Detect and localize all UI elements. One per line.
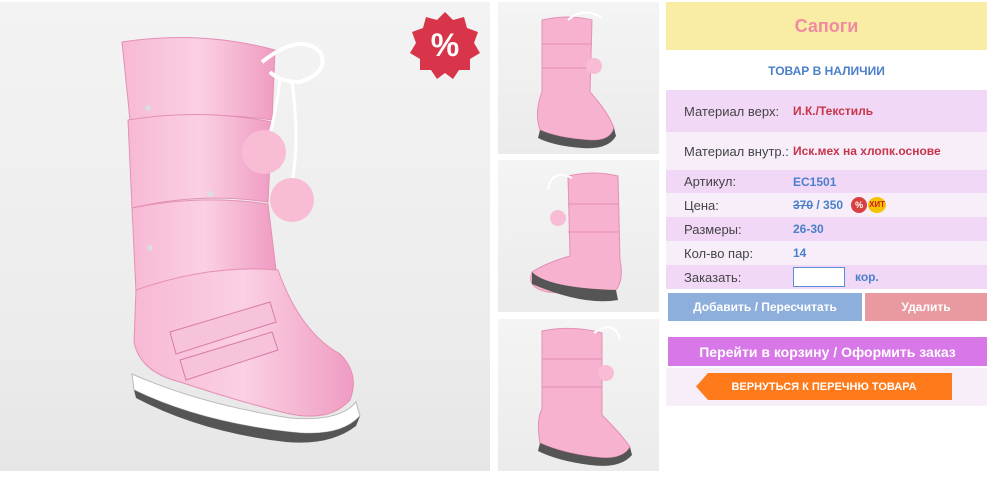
row-article: Артикул: EC1501 xyxy=(666,170,987,193)
price-value: 370 / 350 xyxy=(793,198,843,212)
article-value: EC1501 xyxy=(793,174,837,189)
sizes-value: 26-30 xyxy=(793,222,824,236)
order-quantity-input[interactable] xyxy=(793,267,845,287)
article-label: Артикул: xyxy=(684,174,737,189)
pairs-value: 14 xyxy=(793,246,807,260)
add-recalculate-button[interactable]: Добавить / Пересчитать xyxy=(668,293,862,321)
price-label: Цена: xyxy=(684,197,719,213)
product-title-box: Сапоги xyxy=(666,2,987,50)
go-to-cart-button[interactable]: Перейти в корзину / Оформить заказ xyxy=(668,337,987,366)
order-label: Заказать: xyxy=(684,269,742,285)
thumbnail-1[interactable] xyxy=(498,2,659,154)
price-separator: / xyxy=(813,198,824,212)
row-pairs: Кол-во пар: 14 xyxy=(666,241,987,265)
row-order: Заказать: кор. xyxy=(666,265,987,289)
sale-badge-icon: % xyxy=(410,12,480,79)
hit-icon: ХИТ xyxy=(868,197,887,213)
boot-side-thumbnail xyxy=(530,172,622,302)
pairs-label: Кол-во пар: xyxy=(684,245,754,261)
stock-status: ТОВАР В НАЛИЧИИ xyxy=(768,64,885,78)
row-sizes: Размеры: 26-30 xyxy=(666,217,987,241)
boot-angle-thumbnail xyxy=(537,326,632,466)
back-to-list-button[interactable]: ВЕРНУТЬСЯ К ПЕРЕЧНЮ ТОВАРА xyxy=(696,373,952,400)
price-new: 350 xyxy=(823,198,844,212)
back-button-container: ВЕРНУТЬСЯ К ПЕРЕЧНЮ ТОВАРА xyxy=(666,368,987,406)
material-top-value: И.К./Текстиль xyxy=(793,104,874,118)
product-title: Сапоги xyxy=(794,15,859,36)
material-top-label: Материал верх: xyxy=(684,103,780,119)
row-material-top: Материал верх: И.К./Текстиль xyxy=(666,90,987,132)
row-material-inner: Материал внутр.: Иск.мех на хлопк.основе xyxy=(666,132,987,170)
thumbnail-2[interactable] xyxy=(498,160,659,312)
thumbnail-3[interactable] xyxy=(498,319,659,471)
main-product-photo[interactable]: % xyxy=(0,2,490,471)
delete-button[interactable]: Удалить xyxy=(865,293,987,321)
order-unit: кор. xyxy=(855,270,879,284)
sale-badge-symbol: % xyxy=(431,27,459,63)
discount-icon: % xyxy=(851,197,868,213)
row-price: Цена: 370 / 350 % ХИТ xyxy=(666,193,987,217)
boot-front-thumbnail xyxy=(536,11,616,149)
material-inner-value: Иск.мех на хлопк.основе xyxy=(793,144,941,158)
price-old: 370 xyxy=(793,198,814,212)
material-inner-label: Материал внутр.: xyxy=(684,143,789,159)
sizes-label: Размеры: xyxy=(684,221,742,237)
